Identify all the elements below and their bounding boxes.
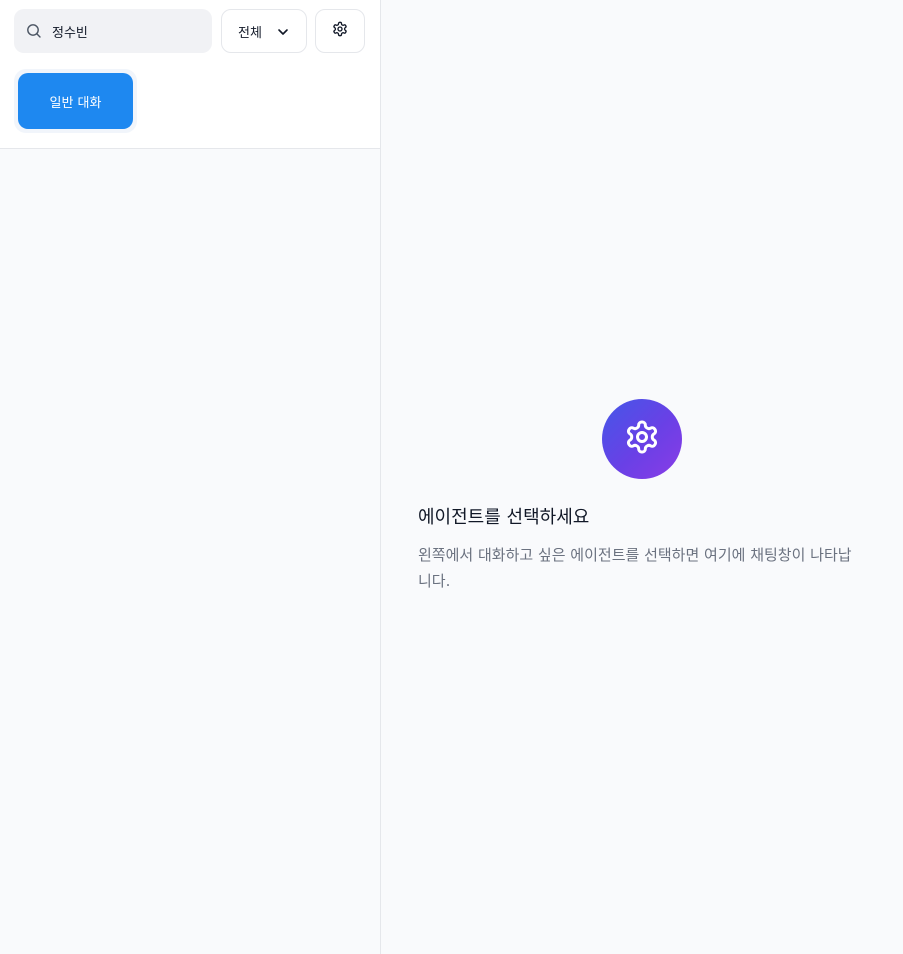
- chip-label: 일반 대화: [49, 95, 102, 111]
- chat-area: 에이전트를 선택하세요 왼쪽에서 대화하고 싶은 에이전트를 선택하면 여기에 …: [381, 0, 903, 954]
- app-root: 전체 일반 대화: [0, 0, 903, 954]
- sidebar-header: 전체 일반 대화: [0, 0, 380, 149]
- gear-icon: [332, 21, 348, 41]
- search-input[interactable]: [52, 23, 202, 39]
- empty-state-badge: [602, 399, 682, 479]
- empty-state-title: 에이전트를 선택하세요: [418, 507, 590, 528]
- agent-list: [0, 149, 380, 954]
- gear-icon: [624, 419, 660, 459]
- chip-general-chat[interactable]: 일반 대화: [18, 73, 133, 129]
- search-box[interactable]: [14, 9, 212, 53]
- chevron-down-icon: [276, 25, 290, 39]
- sidebar: 전체 일반 대화: [0, 0, 381, 954]
- filter-selected-label: 전체: [238, 25, 262, 41]
- settings-button[interactable]: [315, 9, 365, 53]
- filter-dropdown[interactable]: 전체: [221, 9, 307, 53]
- empty-state-description: 왼쪽에서 대화하고 싶은 에이전트를 선택하면 여기에 채팅창이 나타납니다.: [418, 546, 852, 590]
- search-icon: [26, 23, 42, 39]
